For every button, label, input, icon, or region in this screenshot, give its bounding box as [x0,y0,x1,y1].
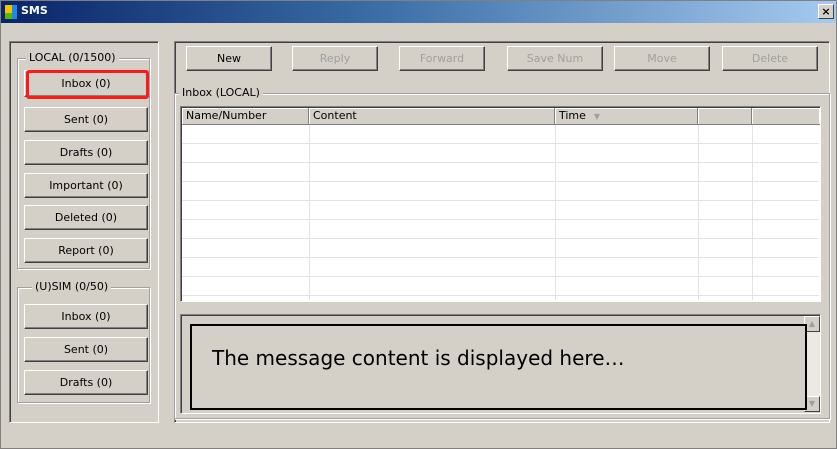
sms-window: SMS × LOCAL (0/1500) Inbox (0) Sent (0) … [0,0,837,449]
chevron-up-icon: ▲ [808,319,816,328]
table-row[interactable] [182,220,819,239]
table-row[interactable] [182,144,819,163]
delete-button[interactable]: Delete [722,46,818,71]
sort-down-icon: ▼ [593,112,601,121]
message-list[interactable]: Name/Number Content Time ▼ [180,106,821,302]
message-content-text: The message content is displayed here… [212,346,625,370]
sim-drafts-button[interactable]: Drafts (0) [24,370,148,395]
table-row[interactable] [182,182,819,201]
column-header-extra-1[interactable] [698,108,752,125]
app-logo-icon [5,5,17,19]
message-content-box: The message content is displayed here… [190,324,807,410]
column-divider [752,125,753,300]
table-row[interactable] [182,125,819,144]
local-important-button[interactable]: Important (0) [24,173,148,198]
close-button[interactable]: × [818,4,834,19]
sim-inbox-button[interactable]: Inbox (0) [24,304,148,329]
table-row[interactable] [182,201,819,220]
local-group-title: LOCAL (0/1500) [26,51,119,64]
reply-button[interactable]: Reply [292,46,378,71]
inbox-group-title: Inbox (LOCAL) [179,86,263,99]
column-header-name[interactable]: Name/Number [182,108,309,125]
local-sent-button[interactable]: Sent (0) [24,107,148,132]
local-report-button[interactable]: Report (0) [24,238,148,263]
table-row[interactable] [182,239,819,258]
sim-sent-button[interactable]: Sent (0) [24,337,148,362]
column-header-time[interactable]: Time ▼ [555,108,698,125]
sim-group-title: (U)SIM (0/50) [32,280,112,293]
table-row[interactable] [182,258,819,277]
save-num-button[interactable]: Save Num [507,46,603,71]
title-bar[interactable]: SMS × [1,1,836,23]
list-header: Name/Number Content Time ▼ [182,108,820,125]
chevron-down-icon: ▼ [808,399,816,408]
window-title: SMS [21,4,48,17]
table-row[interactable] [182,277,819,296]
column-header-extra-2[interactable] [752,108,820,125]
new-button[interactable]: New [186,46,272,71]
selected-highlight [26,70,149,99]
column-divider [698,125,699,300]
forward-button[interactable]: Forward [399,46,485,71]
close-icon: × [821,5,831,18]
local-deleted-button[interactable]: Deleted (0) [24,205,148,230]
column-divider [555,125,556,300]
local-drafts-button[interactable]: Drafts (0) [24,140,148,165]
table-row[interactable] [182,163,819,182]
move-button[interactable]: Move [614,46,710,71]
column-divider [309,125,310,300]
column-header-content[interactable]: Content [309,108,555,125]
